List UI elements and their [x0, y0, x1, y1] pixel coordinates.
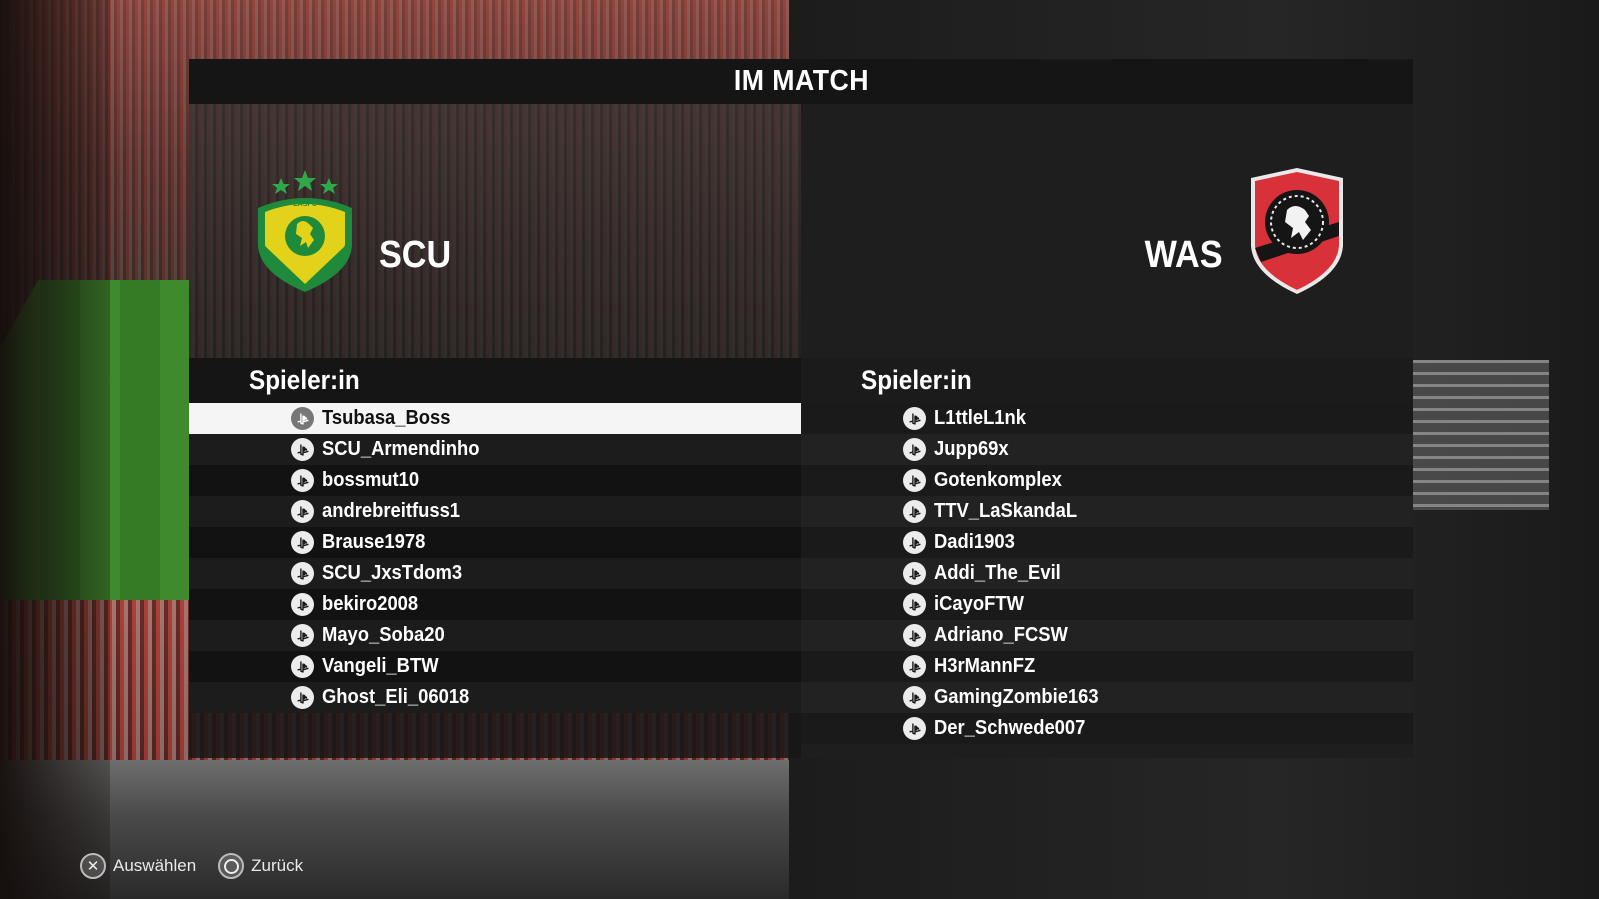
in-match-panel: IM MATCH EASFC SCU Spieler:in Tsubasa_Bo… [189, 59, 1413, 758]
player-row[interactable]: Brause1978 [189, 527, 801, 558]
player-name: Gotenkomplex [934, 469, 1062, 491]
player-name: Jupp69x [934, 438, 1009, 460]
playstation-icon [291, 593, 314, 616]
player-row[interactable]: SCU_Armendinho [189, 434, 801, 465]
away-team-crest-icon [1251, 168, 1343, 294]
playstation-icon [291, 624, 314, 647]
playstation-icon [291, 500, 314, 523]
player-name: SCU_Armendinho [322, 438, 480, 460]
player-name: Addi_The_Evil [934, 562, 1061, 584]
player-name: Adriano_FCSW [934, 624, 1068, 646]
away-team-column: WAS Spieler:in L1ttleL1nk Jupp69x Gotenkom… [801, 104, 1413, 758]
player-name: Dadi1903 [934, 531, 1015, 553]
back-hint[interactable]: Zurück [218, 853, 303, 879]
player-name: Ghost_Eli_06018 [322, 686, 470, 708]
playstation-icon [291, 438, 314, 461]
playstation-icon [903, 686, 926, 709]
playstation-icon [291, 562, 314, 585]
page-title: IM MATCH [733, 65, 869, 97]
player-row[interactable]: GamingZombie163 [801, 682, 1413, 713]
playstation-icon [291, 407, 314, 430]
away-team-banner: WAS [801, 104, 1413, 358]
home-team-column: EASFC SCU Spieler:in Tsubasa_Boss SCU_Arm… [189, 104, 801, 758]
home-list-header-label: Spieler:in [249, 365, 360, 395]
away-player-list: L1ttleL1nk Jupp69x Gotenkomplex TTV_LaSkand… [801, 403, 1413, 744]
player-row[interactable]: Dadi1903 [801, 527, 1413, 558]
playstation-icon [903, 593, 926, 616]
player-name: H3rMannFZ [934, 655, 1036, 677]
button-hints: ✕ Auswählen Zurück [80, 853, 303, 879]
circle-button-icon [218, 853, 245, 879]
panel-header: IM MATCH [189, 59, 1413, 104]
player-name: bekiro2008 [322, 593, 419, 615]
player-name: Mayo_Soba20 [322, 624, 445, 646]
playstation-icon [903, 562, 926, 585]
home-team-crest-icon: EASFC [258, 170, 352, 292]
player-row[interactable]: andrebreitfuss1 [189, 496, 801, 527]
cross-button-icon: ✕ [80, 853, 106, 879]
home-player-list: Tsubasa_Boss SCU_Armendinho bossmut10 andre… [189, 403, 801, 713]
playstation-icon [291, 469, 314, 492]
player-row[interactable]: Der_Schwede007 [801, 713, 1413, 744]
playstation-icon [903, 438, 926, 461]
playstation-icon [291, 686, 314, 709]
player-row[interactable]: Gotenkomplex [801, 465, 1413, 496]
player-row[interactable]: Mayo_Soba20 [189, 620, 801, 651]
player-name: GamingZombie163 [934, 686, 1099, 708]
player-row[interactable]: bossmut10 [189, 465, 801, 496]
player-row[interactable]: Ghost_Eli_06018 [189, 682, 801, 713]
away-team-abbr: WAS [1145, 234, 1223, 276]
player-row[interactable]: SCU_JxsTdom3 [189, 558, 801, 589]
playstation-icon [903, 655, 926, 678]
player-row[interactable]: bekiro2008 [189, 589, 801, 620]
player-row[interactable]: Tsubasa_Boss [189, 403, 801, 434]
home-team-banner: EASFC SCU [189, 104, 801, 358]
player-name: L1ttleL1nk [934, 407, 1027, 429]
player-name: SCU_JxsTdom3 [322, 562, 463, 584]
select-hint-label: Auswählen [113, 856, 197, 875]
away-list-header-label: Spieler:in [861, 365, 972, 395]
player-row[interactable]: Adriano_FCSW [801, 620, 1413, 651]
playstation-icon [903, 531, 926, 554]
player-name: Der_Schwede007 [934, 717, 1086, 739]
player-row[interactable]: TTV_LaSkandaL [801, 496, 1413, 527]
teams-container: EASFC SCU Spieler:in Tsubasa_Boss SCU_Arm… [189, 104, 1413, 758]
player-row[interactable]: Addi_The_Evil [801, 558, 1413, 589]
playstation-icon [291, 655, 314, 678]
playstation-icon [903, 469, 926, 492]
player-name: Brause1978 [322, 531, 426, 553]
crest-text: EASFC [293, 201, 317, 208]
player-name: andrebreitfuss1 [322, 500, 461, 522]
home-team-abbr: SCU [379, 234, 452, 276]
back-hint-label: Zurück [251, 856, 304, 875]
playstation-icon [291, 531, 314, 554]
away-list-header: Spieler:in [801, 358, 1413, 403]
player-row[interactable]: H3rMannFZ [801, 651, 1413, 682]
home-list-header: Spieler:in [189, 358, 801, 403]
player-name: Vangeli_BTW [322, 655, 439, 677]
select-hint[interactable]: ✕ Auswählen [80, 853, 196, 879]
player-row[interactable]: Jupp69x [801, 434, 1413, 465]
playstation-icon [903, 717, 926, 740]
player-name: Tsubasa_Boss [322, 407, 451, 429]
player-name: TTV_LaSkandaL [934, 500, 1078, 522]
player-name: iCayoFTW [934, 593, 1024, 615]
player-name: bossmut10 [322, 469, 420, 491]
background-equipment [1389, 360, 1549, 510]
playstation-icon [903, 624, 926, 647]
playstation-icon [903, 407, 926, 430]
player-row[interactable]: iCayoFTW [801, 589, 1413, 620]
playstation-icon [903, 500, 926, 523]
background-shadow [0, 0, 110, 899]
player-row[interactable]: Vangeli_BTW [189, 651, 801, 682]
player-row[interactable]: L1ttleL1nk [801, 403, 1413, 434]
